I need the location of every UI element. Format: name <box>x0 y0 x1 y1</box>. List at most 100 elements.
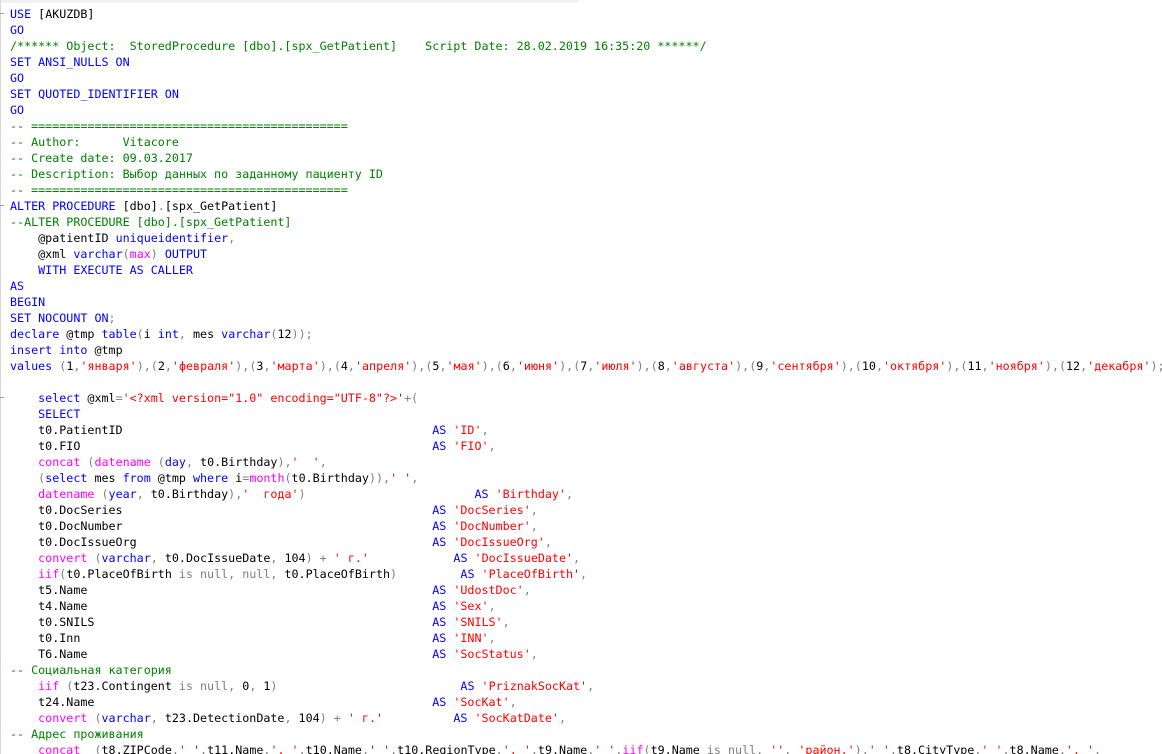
code-line[interactable]: convert (varchar, t0.DocIssueDate, 104) … <box>10 550 1162 566</box>
code-line[interactable]: @patientID uniqueidentifier, <box>10 230 1162 246</box>
code-token: iif <box>10 679 67 693</box>
code-token: 12 <box>277 327 292 341</box>
code-line[interactable]: -- Социальная категория <box>10 662 1162 678</box>
code-token: t0.FIO <box>10 439 433 453</box>
code-line[interactable]: GO <box>10 70 1162 86</box>
code-line[interactable]: t0.FIO AS 'FIO', <box>10 438 1162 454</box>
code-token: -- Author: Vitacore <box>10 135 179 149</box>
code-line[interactable]: t0.Inn AS 'INN', <box>10 630 1162 646</box>
code-line[interactable]: t0.PatientID AS 'ID', <box>10 422 1162 438</box>
code-token: , <box>875 359 883 373</box>
code-token: , <box>664 359 672 373</box>
code-line[interactable] <box>10 374 1162 390</box>
code-token: , <box>284 711 299 725</box>
code-token: t0.DocSeries <box>10 503 433 517</box>
code-token: 'DocSeries' <box>453 503 531 517</box>
code-line[interactable]: USE [AKUZDB] <box>0 6 1162 22</box>
code-line[interactable]: SET ANSI_NULLS ON <box>10 54 1162 70</box>
code-line[interactable]: BEGIN <box>10 294 1162 310</box>
code-token: mes <box>94 471 123 485</box>
code-line[interactable]: (select mes from @tmp where i=month(t0.B… <box>10 470 1162 486</box>
code-token: 'апреля' <box>354 359 412 373</box>
code-line[interactable]: @xml varchar(max) OUTPUT <box>10 246 1162 262</box>
code-line[interactable]: -- Description: Выбор данных по заданном… <box>10 166 1162 182</box>
code-token: 2 <box>157 359 165 373</box>
code-token: t8.Name <box>1009 743 1059 754</box>
code-token: t0.Birthday <box>291 471 369 485</box>
code-token: '' <box>770 743 785 754</box>
code-token: 10 <box>861 359 876 373</box>
code-token: ) <box>150 247 158 261</box>
code-line[interactable]: --ALTER PROCEDURE [dbo].[spx_GetPatient] <box>10 214 1162 230</box>
code-line[interactable]: t4.Name AS 'Sex', <box>10 598 1162 614</box>
code-token: t11.Name <box>207 743 264 754</box>
code-line[interactable]: t24.Name AS 'SocKat', <box>10 694 1162 710</box>
code-token: , <box>270 551 285 565</box>
code-line[interactable]: declare @tmp table(i int, mes varchar(12… <box>10 326 1162 342</box>
code-line[interactable]: iif (t23.Contingent is null, 0, 1) AS 'P… <box>10 678 1162 694</box>
code-line[interactable]: SET NOCOUNT ON; <box>10 310 1162 326</box>
code-token: ) + <box>319 711 348 725</box>
outlining-margin[interactable] <box>0 0 1 754</box>
code-token: is null, <box>178 679 243 693</box>
code-line[interactable]: SELECT <box>10 406 1162 422</box>
code-line[interactable]: WITH EXECUTE AS CALLER <box>10 262 1162 278</box>
code-token: , <box>530 743 538 754</box>
code-line[interactable]: /****** Object: StoredProcedure [dbo].[s… <box>10 38 1162 54</box>
code-line[interactable]: t0.DocNumber AS 'DocNumber', <box>10 518 1162 534</box>
code-line[interactable]: datename (year, t0.Birthday),' года') AS… <box>10 486 1162 502</box>
code-token: GO <box>10 103 25 117</box>
code-line[interactable]: concat (t8.ZIPCode,' ',t11.Name,'. ',t10… <box>10 742 1162 754</box>
code-line[interactable]: values (1,'января'),(2,'февраля'),(3,'ма… <box>10 358 1162 374</box>
code-token: USE <box>10 7 39 21</box>
code-token: 'SNILS' <box>453 615 503 629</box>
code-line[interactable]: AS <box>10 278 1162 294</box>
code-token: , <box>228 231 236 245</box>
code-line[interactable]: GO <box>10 102 1162 118</box>
code-token: 'Birthday' <box>495 487 566 501</box>
code-line[interactable]: iif(t0.PlaceOfBirth is null, null, t0.Pl… <box>10 566 1162 582</box>
code-token: 12 <box>1066 359 1081 373</box>
code-token: ' ' <box>981 743 1003 754</box>
code-token: 'DocIssueOrg' <box>453 535 545 549</box>
code-token: 'SocKat' <box>453 695 510 709</box>
sql-code-editor[interactable]: USE [AKUZDB] GO/****** Object: StoredProc… <box>0 0 1162 754</box>
code-line[interactable]: SET QUOTED_IDENTIFIER ON <box>10 86 1162 102</box>
code-line[interactable]: -- Адрес проживания <box>10 726 1162 742</box>
code-token: 'район.' <box>798 743 855 754</box>
code-token: ), <box>854 743 869 754</box>
code-line[interactable]: convert (varchar, t23.DetectionDate, 104… <box>10 710 1162 726</box>
code-line[interactable]: t5.Name AS 'UdostDoc', <box>10 582 1162 598</box>
code-token: , <box>587 679 595 693</box>
code-line[interactable]: ALTER PROCEDURE [dbo].[spx_GetPatient] <box>0 198 1162 214</box>
code-line[interactable]: -- =====================================… <box>10 182 1162 198</box>
code-token: AS <box>432 647 454 661</box>
code-token: t0.DocIssueDate <box>164 551 271 565</box>
code-line[interactable]: T6.Name AS 'SocStatus', <box>10 646 1162 662</box>
code-token: varchar <box>221 327 271 341</box>
code-line[interactable]: -- Author: Vitacore <box>10 134 1162 150</box>
code-token: GO <box>10 23 25 37</box>
code-line[interactable]: t0.DocSeries AS 'DocSeries', <box>10 502 1162 518</box>
code-token: t9.Name <box>650 743 707 754</box>
code-token: t0.SNILS <box>10 615 433 629</box>
code-area[interactable]: USE [AKUZDB] GO/****** Object: StoredProc… <box>0 6 1162 754</box>
code-token: varchar <box>73 247 123 261</box>
code-line[interactable]: t0.SNILS AS 'SNILS', <box>10 614 1162 630</box>
code-token: t0.Inn <box>10 631 433 645</box>
code-token: ), <box>277 455 292 469</box>
code-line[interactable]: GO <box>10 22 1162 38</box>
code-line[interactable]: insert into @tmp <box>10 342 1162 358</box>
code-line[interactable]: select @xml='<?xml version="1.0" encodin… <box>0 390 1162 406</box>
code-token: '. ' <box>270 743 299 754</box>
code-token: t0.PlaceOfBirth <box>284 567 391 581</box>
code-line[interactable]: t0.DocIssueOrg AS 'DocIssueOrg', <box>10 534 1162 550</box>
code-line[interactable]: -- Create date: 09.03.2017 <box>10 150 1162 166</box>
code-token: @xml <box>10 247 74 261</box>
code-token: 'сентября' <box>770 359 841 373</box>
code-token: declare <box>10 327 67 341</box>
code-line[interactable]: concat (datename (day, t0.Birthday),' ', <box>10 454 1162 470</box>
code-token: iif <box>622 743 644 754</box>
code-line[interactable]: -- =====================================… <box>10 118 1162 134</box>
